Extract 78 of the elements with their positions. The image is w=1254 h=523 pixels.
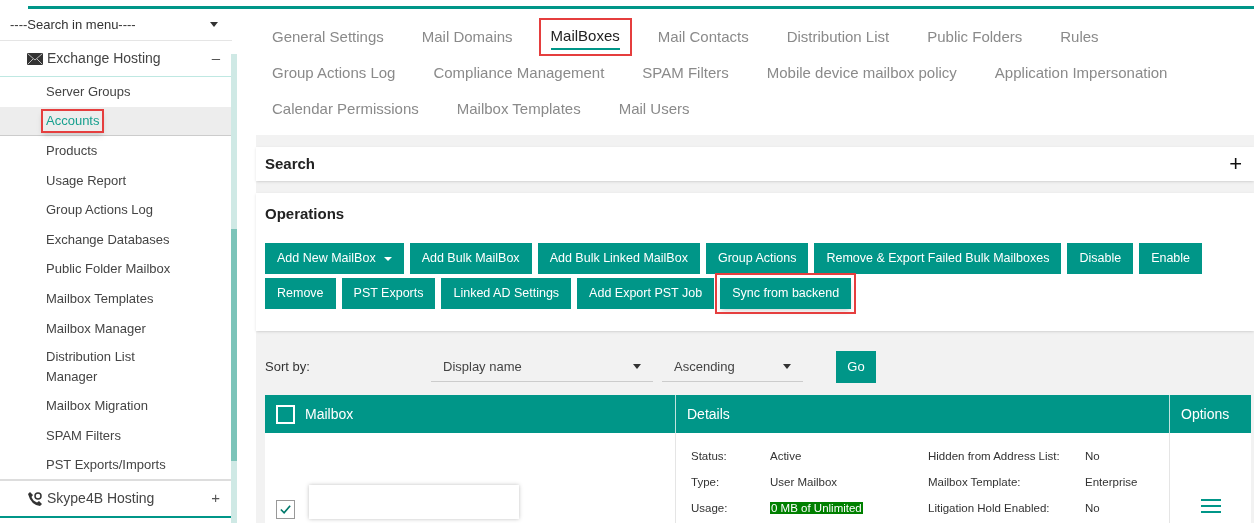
menu-item[interactable]: PST Exports/Imports [41,452,171,477]
menu-item[interactable]: Mailbox Migration [41,394,153,419]
column-header: Mailbox [305,404,354,424]
tab[interactable]: SPAM Filters [630,54,741,92]
detail-value: No [1085,449,1100,465]
column-header: Options [1181,404,1230,424]
action-button[interactable]: Remove [265,278,336,309]
action-button[interactable]: Add New MailBox [265,243,404,274]
tab[interactable]: Calendar Permissions [260,90,431,128]
menu-item[interactable]: Mailbox Manager [41,316,151,341]
sort-label: Sort by: [265,358,311,377]
detail-value: Active [770,449,803,465]
action-button[interactable]: Disable [1067,243,1134,274]
tab[interactable]: Compliance Management [421,54,617,92]
tab[interactable]: Mailbox Templates [444,90,593,128]
detail-label: Usage: [691,501,729,517]
panel-title: Search [265,153,316,174]
menu-group-label: Exchange Hosting [47,49,162,68]
tab[interactable]: Mail Contacts [645,18,761,56]
tab[interactable]: MailBoxes [538,18,632,56]
column-header: Details [687,404,730,424]
tab[interactable]: Mail Users [606,90,702,128]
toggle-icon[interactable]: – [211,47,220,70]
checkbox[interactable] [276,500,295,519]
detail-value: 0 MB of Unlimited [770,501,864,517]
phone-icon [27,490,43,507]
search-menu-dropdown[interactable]: ----Search in menu---- [0,9,232,41]
menu-item[interactable]: Accounts [41,108,105,133]
detail-value: No [1085,501,1100,517]
detail-label: Status: [691,449,728,465]
envelope-icon [27,52,43,65]
action-button[interactable]: Group Actions [705,243,809,274]
expand-icon[interactable]: + [1229,152,1242,175]
tab[interactable]: Public Folders [915,18,1035,56]
scrollbar-track[interactable] [231,54,237,523]
tab[interactable]: General Settings [260,18,396,56]
toggle-icon[interactable]: + [211,487,220,510]
menu-icon[interactable] [1200,499,1221,513]
detail-value: Enterprise [1085,475,1138,491]
action-button[interactable]: PST Exports [341,278,436,309]
action-button[interactable]: Add Bulk Linked MailBox [537,243,700,274]
tab[interactable]: Group Actions Log [260,54,408,92]
scrollbar-thumb[interactable] [231,229,237,461]
checkmark-icon [279,503,292,516]
menu-item[interactable]: Server Groups [41,79,136,104]
menu-item[interactable]: Distribution List Manager [41,345,191,390]
search-panel[interactable]: Search + [256,147,1254,181]
menu-item[interactable]: Public Folder Mailbox [41,257,176,282]
detail-label: Type: [691,475,721,491]
tab[interactable]: Rules [1048,18,1111,56]
action-button[interactable]: Linked AD Settings [441,278,572,309]
detail-label: Litigation Hold Enabled: [928,501,1051,517]
tab[interactable]: Mail Domains [409,18,525,56]
menu-item[interactable]: Mailbox Templates [41,286,159,311]
menu-item[interactable]: Products [41,139,103,163]
caret-icon [633,364,641,369]
menu-item[interactable]: Usage Report [41,168,132,193]
go-button[interactable]: Go [836,351,876,383]
tab[interactable]: Distribution List [774,18,902,56]
sort-dropdown[interactable]: Display name [431,352,653,382]
detail-label: Hidden from Address List: [928,449,1061,465]
tab[interactable]: Application Impersonation [982,54,1180,92]
menu-item[interactable]: Group Actions Log [41,198,158,223]
caret-icon [210,22,218,27]
detail-value: User Mailbox [770,475,839,491]
menu-item[interactable]: SPAM Filters [41,423,126,448]
menu-group-header[interactable]: Exchange Hosting – [0,41,232,77]
action-button[interactable]: Enable [1139,243,1203,274]
detail-label: Mailbox Template: [928,475,1022,491]
sort-dropdown[interactable]: Ascending [662,352,803,382]
tab[interactable]: Mobile device mailbox policy [754,54,969,92]
menu-item[interactable]: Exchange Databases [41,227,175,252]
caret-icon [783,364,791,369]
menu-group-label: Skype4B Hosting [47,489,156,509]
action-button[interactable]: Add Export PST Job [577,278,715,309]
action-button[interactable]: Add Bulk MailBox [409,243,532,274]
action-button[interactable]: Remove & Export Failed Bulk Mailboxes [814,243,1062,274]
panel-title: Operations [265,203,346,224]
